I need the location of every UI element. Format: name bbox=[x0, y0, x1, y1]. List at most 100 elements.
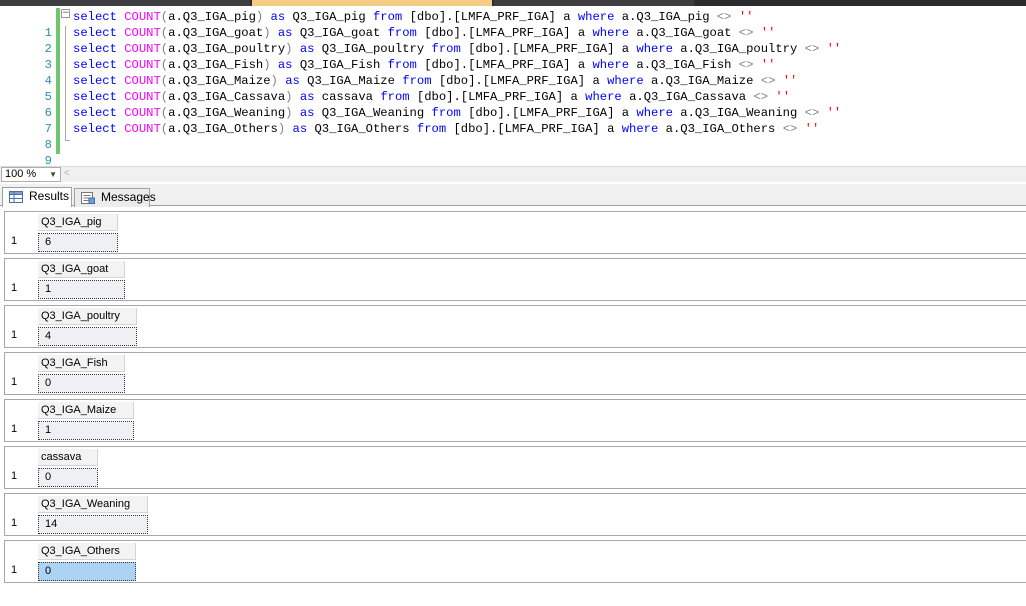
code-line[interactable]: 3 select COUNT(a.Q3_IGA_poultry) as Q3_I… bbox=[0, 41, 1026, 72]
column-ref: a.Q3_IGA_Maize bbox=[168, 74, 271, 88]
paren: ) bbox=[285, 42, 293, 56]
keyword: select bbox=[73, 42, 117, 56]
row-number[interactable]: 1 bbox=[11, 235, 17, 247]
scroll-left-icon[interactable]: < bbox=[64, 168, 70, 179]
row-number[interactable]: 1 bbox=[11, 423, 17, 435]
keyword: select bbox=[73, 26, 117, 40]
keyword: from bbox=[380, 90, 410, 104]
row-number[interactable]: 1 bbox=[11, 329, 17, 341]
column-header[interactable]: Q3_IGA_Maize bbox=[38, 402, 134, 419]
keyword: select bbox=[73, 122, 117, 136]
table-alias: a bbox=[621, 106, 630, 120]
result-grid[interactable]: Q3_IGA_Weaning 1 14 bbox=[4, 493, 1026, 536]
column-header[interactable]: cassava bbox=[38, 449, 98, 466]
keyword: as bbox=[277, 58, 293, 72]
row-number[interactable]: 1 bbox=[11, 470, 17, 482]
code-line[interactable]: 4 select COUNT(a.Q3_IGA_Fish) as Q3_IGA_… bbox=[0, 57, 1026, 88]
string-literal: '' bbox=[782, 74, 798, 88]
function: COUNT bbox=[124, 42, 161, 56]
column-header[interactable]: Q3_IGA_goat bbox=[38, 261, 125, 278]
function: COUNT bbox=[124, 106, 161, 120]
column-alias: Q3_IGA_Others bbox=[314, 122, 410, 136]
code-line[interactable]: 6 select COUNT(a.Q3_IGA_Cassava) as cass… bbox=[0, 89, 1026, 120]
messages-icon bbox=[81, 192, 95, 204]
column-ref: a.Q3_IGA_Others bbox=[168, 122, 278, 136]
keyword: as bbox=[299, 106, 315, 120]
query-editor[interactable]: − 1 select COUNT(a.Q3_IGA_pig) as Q3_IGA… bbox=[0, 6, 1026, 168]
result-cell-selected[interactable]: 0 bbox=[38, 562, 136, 581]
string-literal: '' bbox=[760, 58, 776, 72]
column-ref: a.Q3_IGA_goat bbox=[168, 26, 264, 40]
result-cell[interactable]: 0 bbox=[38, 468, 98, 487]
row-number[interactable]: 1 bbox=[11, 517, 17, 529]
table-name: [dbo].[LMFA_PRF_IGA] bbox=[468, 106, 615, 120]
result-cell[interactable]: 1 bbox=[38, 421, 134, 440]
keyword: where bbox=[621, 122, 659, 136]
row-number[interactable]: 1 bbox=[11, 376, 17, 388]
result-grid[interactable]: Q3_IGA_Maize 1 1 bbox=[4, 399, 1026, 442]
string-literal: '' bbox=[826, 42, 842, 56]
result-grid[interactable]: Q3_IGA_Others 1 0 bbox=[4, 540, 1026, 583]
column-header[interactable]: Q3_IGA_Others bbox=[38, 543, 136, 560]
row-number[interactable]: 1 bbox=[11, 564, 17, 576]
column-header[interactable]: Q3_IGA_Weaning bbox=[38, 496, 148, 513]
result-cell[interactable]: 1 bbox=[38, 280, 125, 299]
keyword: where bbox=[636, 106, 673, 120]
result-cell[interactable]: 4 bbox=[38, 327, 137, 346]
column-alias: Q3_IGA_Fish bbox=[299, 58, 381, 72]
code-line[interactable]: 9 bbox=[0, 137, 1026, 168]
column-ref: a.Q3_IGA_Maize bbox=[651, 74, 754, 88]
table-alias: a bbox=[592, 74, 600, 88]
column-ref: a.Q3_IGA_Others bbox=[665, 122, 776, 136]
keyword: where bbox=[577, 10, 615, 24]
column-alias: Q3_IGA_Maize bbox=[307, 74, 395, 88]
grid-icon bbox=[9, 191, 23, 203]
result-grid[interactable]: Q3_IGA_goat 1 1 bbox=[4, 258, 1026, 301]
keyword: where bbox=[585, 90, 622, 104]
paren: ) bbox=[255, 10, 264, 24]
code-line[interactable]: 7 select COUNT(a.Q3_IGA_Weaning) as Q3_I… bbox=[0, 105, 1026, 136]
results-pane: Q3_IGA_pig 1 6 Q3_IGA_goat 1 1 Q3_IGA_po… bbox=[0, 207, 1026, 606]
result-grid[interactable]: cassava 1 0 bbox=[4, 446, 1026, 489]
tab-messages[interactable]: Messages bbox=[74, 188, 156, 207]
result-grid[interactable]: Q3_IGA_poultry 1 4 bbox=[4, 305, 1026, 348]
function: COUNT bbox=[124, 122, 161, 136]
keyword: where bbox=[607, 74, 644, 88]
table-name: [dbo].[LMFA_PRF_IGA] bbox=[438, 74, 586, 88]
column-ref: a.Q3_IGA_poultry bbox=[680, 42, 798, 56]
keyword: from bbox=[387, 58, 417, 72]
code-line[interactable]: 8 select COUNT(a.Q3_IGA_Others) as Q3_IG… bbox=[0, 121, 1026, 152]
tab-results-label: Results bbox=[29, 189, 70, 203]
keyword: as bbox=[270, 10, 286, 24]
function: COUNT bbox=[124, 10, 161, 24]
tab-results[interactable]: Results bbox=[2, 187, 72, 207]
function: COUNT bbox=[124, 90, 161, 104]
table-alias: a bbox=[563, 10, 571, 24]
column-header[interactable]: Q3_IGA_Fish bbox=[38, 355, 125, 372]
keyword: as bbox=[292, 122, 308, 136]
code-line[interactable]: 2 select COUNT(a.Q3_IGA_goat) as Q3_IGA_… bbox=[0, 25, 1026, 56]
function: COUNT bbox=[124, 74, 161, 88]
column-header[interactable]: Q3_IGA_pig bbox=[38, 214, 118, 231]
keyword: where bbox=[592, 58, 630, 72]
result-grid[interactable]: Q3_IGA_Fish 1 0 bbox=[4, 352, 1026, 395]
code-line[interactable]: 5 select COUNT(a.Q3_IGA_Maize) as Q3_IGA… bbox=[0, 73, 1026, 104]
zoom-select[interactable]: 100 % ▼ bbox=[1, 167, 61, 182]
table-name: [dbo].[LMFA_PRF_IGA] bbox=[409, 10, 556, 24]
row-number[interactable]: 1 bbox=[11, 282, 17, 294]
chevron-down-icon[interactable]: ▼ bbox=[49, 168, 57, 181]
tab-messages-label: Messages bbox=[101, 190, 156, 204]
keyword: from bbox=[431, 106, 461, 120]
result-grid[interactable]: Q3_IGA_pig 1 6 bbox=[4, 211, 1026, 254]
table-name: [dbo].[LMFA_PRF_IGA] bbox=[424, 26, 571, 40]
result-cell[interactable]: 14 bbox=[38, 515, 148, 534]
column-ref: a.Q3_IGA_pig bbox=[168, 10, 256, 24]
result-cell[interactable]: 6 bbox=[38, 233, 118, 252]
keyword: select bbox=[73, 58, 117, 72]
result-cell[interactable]: 0 bbox=[38, 374, 125, 393]
code-line[interactable]: 1 select COUNT(a.Q3_IGA_pig) as Q3_IGA_p… bbox=[0, 9, 1026, 40]
column-header[interactable]: Q3_IGA_poultry bbox=[38, 308, 137, 325]
operator: <> bbox=[716, 10, 732, 24]
table-alias: a bbox=[577, 58, 586, 72]
column-alias: Q3_IGA_Weaning bbox=[321, 106, 425, 120]
